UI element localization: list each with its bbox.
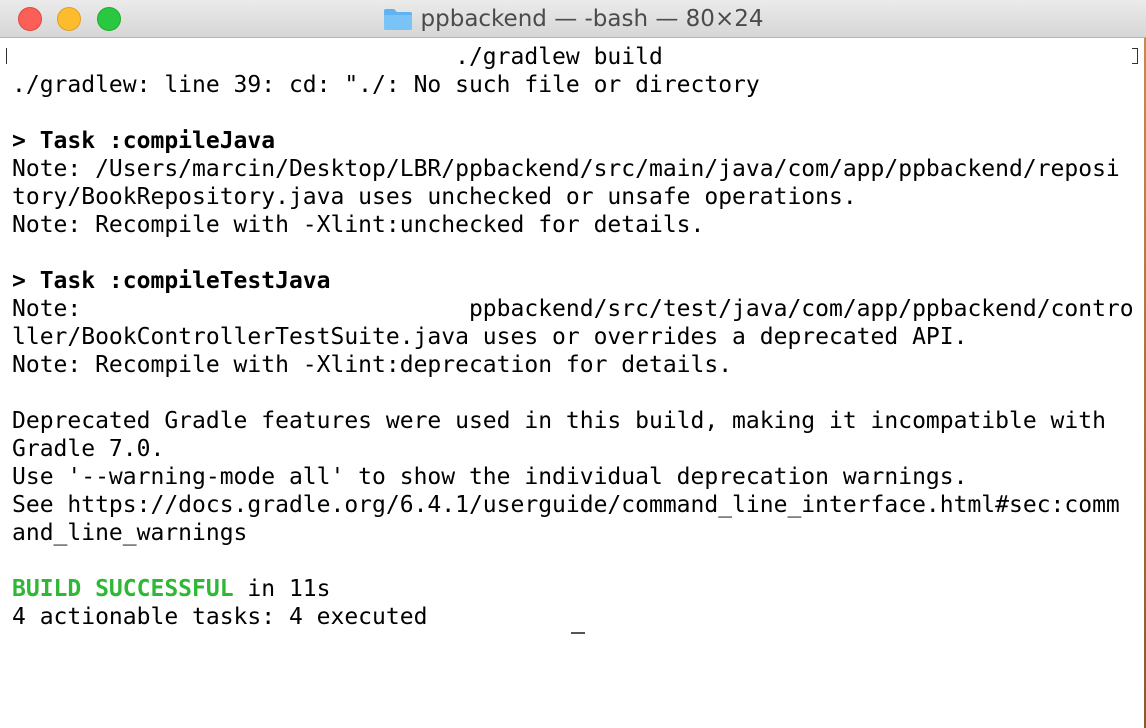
terminal-line: 4 actionable tasks: 4 executed [12, 603, 1134, 631]
left-margin-marker [6, 48, 7, 64]
terminal-line: Note: ppbackend/src/test/java/com/app/pp… [12, 295, 1134, 323]
terminal-line-text: Note: Recompile with -Xlint:unchecked fo… [12, 212, 705, 238]
text-cursor [571, 632, 585, 634]
right-margin-marker [1132, 48, 1138, 64]
terminal-line-text: Note: /Users/marcin/Desktop/LBR/ppbacken… [12, 156, 1120, 182]
terminal-line: > Task :compileTestJava [12, 267, 1134, 295]
terminal-line: Deprecated Gradle features were used in … [12, 407, 1134, 435]
terminal-line-text: 4 actionable tasks: 4 executed [12, 604, 428, 630]
terminal-window: ppbackend — -bash — 80×24 ./gradlew buil… [0, 0, 1146, 728]
terminal-line-text: > Task :compileJava [12, 128, 276, 154]
terminal-line-text: See https://docs.gradle.org/6.4.1/usergu… [12, 492, 1120, 518]
terminal-line: Note: Recompile with -Xlint:unchecked fo… [12, 211, 1134, 239]
terminal-line-text: ller/BookControllerTestSuite.java uses o… [12, 324, 968, 350]
terminal-line: Note: /Users/marcin/Desktop/LBR/ppbacken… [12, 155, 1134, 183]
terminal-line-text: ./gradlew: line 39: cd: "./: No such fil… [12, 72, 760, 98]
terminal-line: tory/BookRepository.java uses unchecked … [12, 183, 1134, 211]
terminal-line: Use '--warning-mode all' to show the ind… [12, 463, 1134, 491]
terminal-line-suffix: in 11s [233, 576, 331, 602]
terminal-line: See https://docs.gradle.org/6.4.1/usergu… [12, 491, 1134, 519]
terminal-lines: ./gradlew build ./gradlew: line 39: cd: "… [12, 43, 1134, 631]
terminal-line: ./gradlew build [12, 43, 1134, 71]
title-bar[interactable]: ppbackend — -bash — 80×24 [0, 0, 1146, 38]
terminal-line: Gradle 7.0. [12, 435, 1134, 463]
terminal-line-text: BUILD SUCCESSFUL [12, 576, 234, 602]
folder-icon [383, 9, 412, 30]
terminal-output-area[interactable]: ./gradlew build ./gradlew: line 39: cd: "… [0, 38, 1146, 728]
terminal-line-text: ./gradlew build [12, 44, 663, 70]
window-title: ppbackend — -bash — 80×24 [420, 6, 764, 32]
terminal-line-text: Gradle 7.0. [12, 436, 165, 462]
terminal-line: ller/BookControllerTestSuite.java uses o… [12, 323, 1134, 351]
terminal-line-text: Note: ppbackend/src/test/java/com/app/pp… [12, 296, 1134, 322]
terminal-line-text: > Task :compileTestJava [12, 268, 331, 294]
terminal-line: > Task :compileJava [12, 127, 1134, 155]
terminal-line: BUILD SUCCESSFUL in 11s [12, 575, 1134, 603]
window-title-group: ppbackend — -bash — 80×24 [0, 0, 1146, 38]
terminal-line-text: and_line_warnings [12, 520, 248, 546]
terminal-line: Note: Recompile with -Xlint:deprecation … [12, 351, 1134, 379]
terminal-line: and_line_warnings [12, 519, 1134, 547]
terminal-line: ./gradlew: line 39: cd: "./: No such fil… [12, 71, 1134, 99]
terminal-line-text: Use '--warning-mode all' to show the ind… [12, 464, 968, 490]
terminal-line-text: tory/BookRepository.java uses unchecked … [12, 184, 857, 210]
terminal-line-text: Note: Recompile with -Xlint:deprecation … [12, 352, 733, 378]
terminal-line-text: Deprecated Gradle features were used in … [12, 408, 1106, 434]
